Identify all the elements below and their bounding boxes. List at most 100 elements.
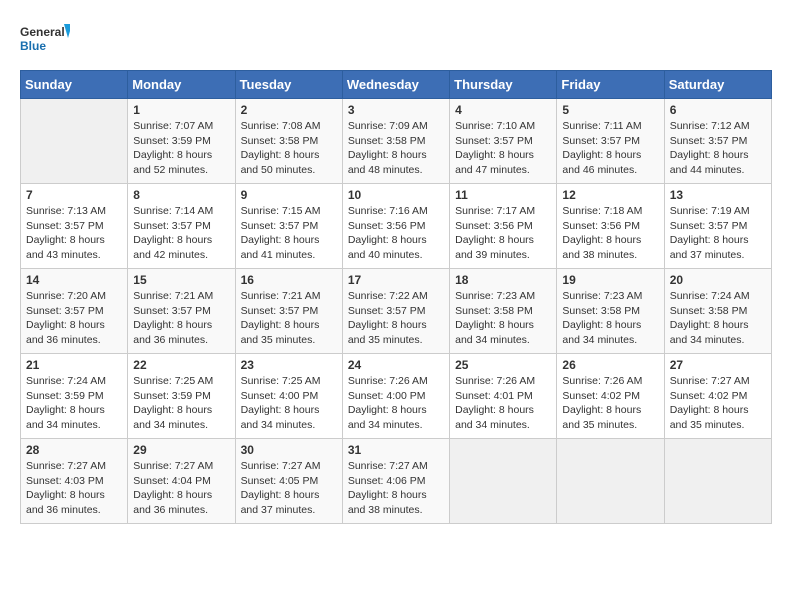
day-info: Sunrise: 7:10 AM Sunset: 3:57 PM Dayligh… <box>455 119 551 178</box>
calendar-cell: 22Sunrise: 7:25 AM Sunset: 3:59 PM Dayli… <box>128 354 235 439</box>
day-number: 8 <box>133 188 229 202</box>
day-info: Sunrise: 7:27 AM Sunset: 4:02 PM Dayligh… <box>670 374 766 433</box>
weekday-header-wednesday: Wednesday <box>342 71 449 99</box>
day-info: Sunrise: 7:24 AM Sunset: 3:59 PM Dayligh… <box>26 374 122 433</box>
calendar-cell: 12Sunrise: 7:18 AM Sunset: 3:56 PM Dayli… <box>557 184 664 269</box>
calendar-cell: 16 Sunrise: 7:21 AM Sunset: 3:57 PM Dayli… <box>235 269 342 354</box>
day-number: 24 <box>348 358 444 372</box>
week-row-5: 28 Sunrise: 7:27 AM Sunset: 4:03 PM Dayli… <box>21 439 772 524</box>
day-number: 18 <box>455 273 551 287</box>
day-number: 28 <box>26 443 122 457</box>
calendar-cell: 15 Sunrise: 7:21 AM Sunset: 3:57 PM Dayli… <box>128 269 235 354</box>
calendar-cell: 8 Sunrise: 7:14 AM Sunset: 3:57 PM Daylig… <box>128 184 235 269</box>
day-number: 3 <box>348 103 444 117</box>
day-info: Sunrise: 7:16 AM Sunset: 3:56 PM Dayligh… <box>348 204 444 263</box>
calendar-cell: 19 Sunrise: 7:23 AM Sunset: 3:58 PM Dayli… <box>557 269 664 354</box>
calendar-cell: 26 Sunrise: 7:26 AM Sunset: 4:02 PM Dayli… <box>557 354 664 439</box>
weekday-header-monday: Monday <box>128 71 235 99</box>
calendar-cell: 24 Sunrise: 7:26 AM Sunset: 4:00 PM Dayli… <box>342 354 449 439</box>
day-number: 17 <box>348 273 444 287</box>
day-info: Sunrise: 7:25 AM Sunset: 4:00 PM Dayligh… <box>241 374 337 433</box>
logo-svg: General Blue <box>20 20 70 60</box>
calendar-cell: 6 Sunrise: 7:12 AM Sunset: 3:57 PM Daylig… <box>664 99 771 184</box>
calendar-cell: 20 Sunrise: 7:24 AM Sunset: 3:58 PM Dayli… <box>664 269 771 354</box>
calendar-cell: 4 Sunrise: 7:10 AM Sunset: 3:57 PM Daylig… <box>450 99 557 184</box>
weekday-header-thursday: Thursday <box>450 71 557 99</box>
calendar-cell <box>21 99 128 184</box>
day-info: Sunrise: 7:22 AM Sunset: 3:57 PM Dayligh… <box>348 289 444 348</box>
day-number: 16 <box>241 273 337 287</box>
day-info: Sunrise: 7:17 AM Sunset: 3:56 PM Dayligh… <box>455 204 551 263</box>
day-info: Sunrise: 7:13 AM Sunset: 3:57 PM Dayligh… <box>26 204 122 263</box>
day-info: Sunrise: 7:27 AM Sunset: 4:05 PM Dayligh… <box>241 459 337 518</box>
day-number: 6 <box>670 103 766 117</box>
calendar-cell: 21 Sunrise: 7:24 AM Sunset: 3:59 PM Dayli… <box>21 354 128 439</box>
week-row-1: 1Sunrise: 7:07 AM Sunset: 3:59 PM Daylig… <box>21 99 772 184</box>
day-number: 19 <box>562 273 658 287</box>
weekday-header-sunday: Sunday <box>21 71 128 99</box>
calendar-cell: 18 Sunrise: 7:23 AM Sunset: 3:58 PM Dayli… <box>450 269 557 354</box>
day-number: 1 <box>133 103 229 117</box>
day-number: 27 <box>670 358 766 372</box>
day-number: 29 <box>133 443 229 457</box>
logo: General Blue <box>20 20 70 60</box>
day-info: Sunrise: 7:21 AM Sunset: 3:57 PM Dayligh… <box>133 289 229 348</box>
day-number: 4 <box>455 103 551 117</box>
day-info: Sunrise: 7:26 AM Sunset: 4:00 PM Dayligh… <box>348 374 444 433</box>
day-number: 21 <box>26 358 122 372</box>
calendar-cell <box>664 439 771 524</box>
day-info: Sunrise: 7:26 AM Sunset: 4:02 PM Dayligh… <box>562 374 658 433</box>
day-number: 12 <box>562 188 658 202</box>
svg-text:Blue: Blue <box>20 39 46 53</box>
weekday-header-saturday: Saturday <box>664 71 771 99</box>
day-number: 9 <box>241 188 337 202</box>
calendar-cell: 3 Sunrise: 7:09 AM Sunset: 3:58 PM Daylig… <box>342 99 449 184</box>
day-info: Sunrise: 7:08 AM Sunset: 3:58 PM Dayligh… <box>241 119 337 178</box>
day-number: 30 <box>241 443 337 457</box>
calendar-cell: 11 Sunrise: 7:17 AM Sunset: 3:56 PM Dayli… <box>450 184 557 269</box>
calendar-cell: 30 Sunrise: 7:27 AM Sunset: 4:05 PM Dayli… <box>235 439 342 524</box>
day-number: 31 <box>348 443 444 457</box>
day-number: 25 <box>455 358 551 372</box>
calendar-cell: 10 Sunrise: 7:16 AM Sunset: 3:56 PM Dayli… <box>342 184 449 269</box>
calendar-cell: 29 Sunrise: 7:27 AM Sunset: 4:04 PM Dayli… <box>128 439 235 524</box>
calendar-cell: 25 Sunrise: 7:26 AM Sunset: 4:01 PM Dayli… <box>450 354 557 439</box>
day-number: 13 <box>670 188 766 202</box>
day-info: Sunrise: 7:20 AM Sunset: 3:57 PM Dayligh… <box>26 289 122 348</box>
week-row-4: 21 Sunrise: 7:24 AM Sunset: 3:59 PM Dayli… <box>21 354 772 439</box>
calendar-cell: 7 Sunrise: 7:13 AM Sunset: 3:57 PM Daylig… <box>21 184 128 269</box>
day-info: Sunrise: 7:12 AM Sunset: 3:57 PM Dayligh… <box>670 119 766 178</box>
day-info: Sunrise: 7:24 AM Sunset: 3:58 PM Dayligh… <box>670 289 766 348</box>
day-info: Sunrise: 7:27 AM Sunset: 4:04 PM Dayligh… <box>133 459 229 518</box>
day-info: Sunrise: 7:21 AM Sunset: 3:57 PM Dayligh… <box>241 289 337 348</box>
day-info: Sunrise: 7:19 AM Sunset: 3:57 PM Dayligh… <box>670 204 766 263</box>
day-number: 7 <box>26 188 122 202</box>
day-number: 23 <box>241 358 337 372</box>
calendar-cell: 14 Sunrise: 7:20 AM Sunset: 3:57 PM Dayli… <box>21 269 128 354</box>
calendar-cell: 13 Sunrise: 7:19 AM Sunset: 3:57 PM Dayli… <box>664 184 771 269</box>
day-info: Sunrise: 7:09 AM Sunset: 3:58 PM Dayligh… <box>348 119 444 178</box>
calendar-cell: 27 Sunrise: 7:27 AM Sunset: 4:02 PM Dayli… <box>664 354 771 439</box>
calendar-table: SundayMondayTuesdayWednesdayThursdayFrid… <box>20 70 772 524</box>
day-number: 15 <box>133 273 229 287</box>
day-info: Sunrise: 7:15 AM Sunset: 3:57 PM Dayligh… <box>241 204 337 263</box>
day-number: 20 <box>670 273 766 287</box>
calendar-cell: 23 Sunrise: 7:25 AM Sunset: 4:00 PM Dayli… <box>235 354 342 439</box>
day-number: 5 <box>562 103 658 117</box>
day-info: Sunrise: 7:23 AM Sunset: 3:58 PM Dayligh… <box>455 289 551 348</box>
day-info: Sunrise: 7:26 AM Sunset: 4:01 PM Dayligh… <box>455 374 551 433</box>
day-number: 22 <box>133 358 229 372</box>
day-info: Sunrise: 7:23 AM Sunset: 3:58 PM Dayligh… <box>562 289 658 348</box>
weekday-header-row: SundayMondayTuesdayWednesdayThursdayFrid… <box>21 71 772 99</box>
week-row-2: 7 Sunrise: 7:13 AM Sunset: 3:57 PM Daylig… <box>21 184 772 269</box>
day-number: 26 <box>562 358 658 372</box>
day-number: 10 <box>348 188 444 202</box>
day-info: Sunrise: 7:11 AM Sunset: 3:57 PM Dayligh… <box>562 119 658 178</box>
day-number: 11 <box>455 188 551 202</box>
day-number: 14 <box>26 273 122 287</box>
day-number: 2 <box>241 103 337 117</box>
day-info: Sunrise: 7:27 AM Sunset: 4:03 PM Dayligh… <box>26 459 122 518</box>
calendar-cell: 2 Sunrise: 7:08 AM Sunset: 3:58 PM Daylig… <box>235 99 342 184</box>
day-info: Sunrise: 7:27 AM Sunset: 4:06 PM Dayligh… <box>348 459 444 518</box>
day-info: Sunrise: 7:14 AM Sunset: 3:57 PM Dayligh… <box>133 204 229 263</box>
